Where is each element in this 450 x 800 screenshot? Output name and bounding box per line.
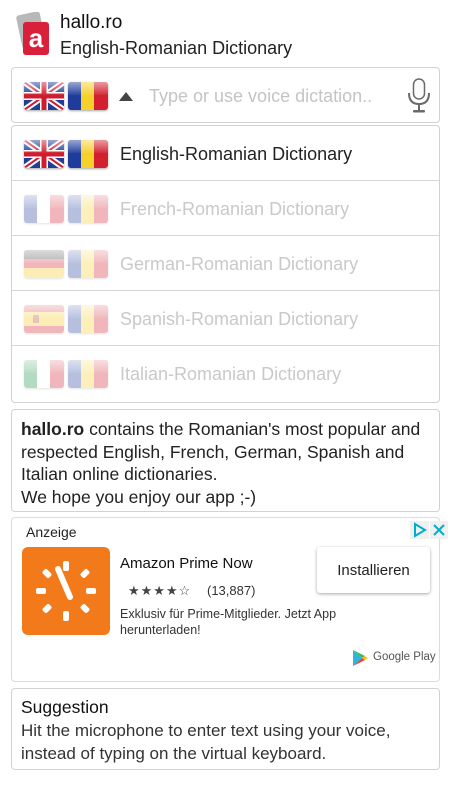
swap-arrow-icon[interactable] bbox=[119, 92, 133, 101]
dictionary-item-spanish-romanian[interactable]: Spanish-Romanian Dictionary bbox=[12, 291, 439, 346]
app-header: a hallo.ro English-Romanian Dictionary bbox=[0, 0, 450, 66]
suggestion-box: Suggestion Hit the microphone to enter t… bbox=[11, 688, 440, 770]
rating-stars-icon: ★★★★☆ bbox=[128, 583, 192, 598]
ad-description: Exklusiv für Prime-Mitglieder. Jetzt App… bbox=[120, 607, 337, 637]
romania-flag-icon bbox=[68, 250, 108, 278]
dictionary-label: French-Romanian Dictionary bbox=[120, 199, 350, 219]
germany-flag-icon bbox=[24, 250, 64, 278]
france-flag-icon bbox=[24, 195, 64, 223]
romania-flag-icon bbox=[68, 305, 108, 333]
ad-app-name[interactable]: Amazon Prime Now bbox=[120, 555, 253, 572]
dictionary-item-french-romanian[interactable]: French-Romanian Dictionary bbox=[12, 181, 439, 236]
app-description: hallo.ro contains the Romanian's most po… bbox=[11, 409, 440, 512]
app-closing-text: We hope you enjoy our app ;-) bbox=[21, 486, 257, 507]
dictionary-item-italian-romanian[interactable]: Italian-Romanian Dictionary bbox=[12, 346, 439, 401]
app-subtitle: English-Romanian Dictionary bbox=[60, 38, 293, 58]
uk-flag-icon[interactable] bbox=[24, 82, 64, 110]
suggestion-text: Hit the microphone to enter text using y… bbox=[21, 721, 391, 763]
romania-flag-icon bbox=[68, 195, 108, 223]
microphone-icon[interactable] bbox=[406, 78, 432, 114]
ad-banner[interactable]: Anzeige Amazon Prime Now ★★★★☆ (13,887) … bbox=[11, 517, 448, 682]
google-play-label: Google Play bbox=[373, 651, 436, 663]
romania-flag-icon bbox=[68, 140, 108, 168]
romania-flag-icon[interactable] bbox=[68, 82, 108, 110]
search-bar bbox=[11, 67, 440, 123]
google-play-badge[interactable]: Google Play bbox=[352, 648, 442, 668]
dictionary-label: Spanish-Romanian Dictionary bbox=[120, 309, 359, 329]
suggestion-title: Suggestion bbox=[21, 697, 109, 717]
uk-flag-icon bbox=[24, 140, 64, 168]
app-brand-name: hallo.ro bbox=[21, 419, 85, 439]
logo-letter: a bbox=[29, 23, 44, 53]
google-play-icon bbox=[353, 650, 368, 666]
spain-flag-icon bbox=[24, 305, 64, 333]
italy-flag-icon bbox=[24, 360, 64, 388]
ad-label: Anzeige bbox=[26, 524, 77, 540]
app-logo-icon: a bbox=[15, 11, 51, 56]
dictionary-item-english-romanian[interactable]: English-Romanian Dictionary bbox=[12, 126, 439, 181]
dictionary-label: English-Romanian Dictionary bbox=[120, 144, 353, 164]
dictionary-item-german-romanian[interactable]: German-Romanian Dictionary bbox=[12, 236, 439, 291]
close-ad-icon[interactable] bbox=[430, 521, 448, 539]
dictionary-label: German-Romanian Dictionary bbox=[120, 254, 359, 274]
adchoices-icon[interactable] bbox=[410, 521, 429, 539]
ad-review-count: (13,887) bbox=[207, 583, 256, 598]
dictionary-list: English-Romanian Dictionary French-Roman… bbox=[11, 125, 440, 403]
search-input[interactable] bbox=[149, 82, 397, 110]
dictionary-label: Italian-Romanian Dictionary bbox=[120, 364, 342, 384]
install-button[interactable]: Installieren bbox=[317, 547, 430, 593]
app-title: hallo.ro bbox=[60, 12, 123, 33]
ad-app-icon[interactable] bbox=[22, 547, 110, 635]
romania-flag-icon bbox=[68, 360, 108, 388]
